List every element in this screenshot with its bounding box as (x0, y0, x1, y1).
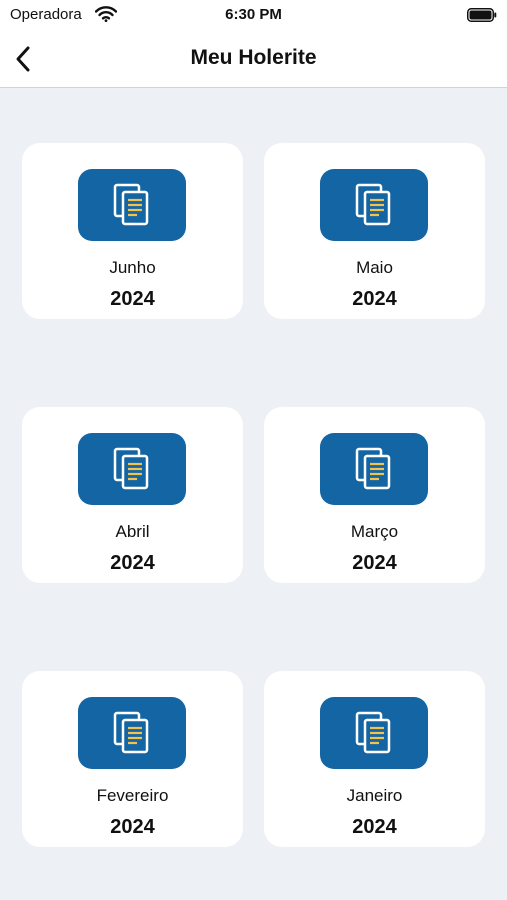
page-title: Meu Holerite (190, 46, 317, 69)
year-label: 2024 (352, 288, 397, 310)
month-label: Junho (109, 258, 156, 277)
payslip-card-junho[interactable]: Junho 2024 (22, 143, 243, 319)
payslip-card-maio[interactable]: Maio 2024 (264, 143, 485, 319)
month-label: Maio (356, 258, 393, 277)
navigation-bar: Meu Holerite (0, 30, 507, 88)
documents-icon (355, 711, 391, 754)
month-label: Abril (115, 522, 150, 541)
payslip-document-button[interactable] (320, 697, 428, 769)
payslip-document-button[interactable] (78, 433, 186, 505)
month-label: Janeiro (346, 786, 403, 805)
clock: 6:30 PM (225, 6, 282, 23)
payslip-document-button[interactable] (320, 169, 428, 241)
month-label: Março (350, 522, 399, 541)
status-bar: Operadora 6:30 PM (0, 0, 507, 30)
documents-icon (113, 711, 149, 754)
battery-icon (467, 8, 497, 22)
documents-icon (355, 447, 391, 490)
payslip-card-marco[interactable]: Março 2024 (264, 407, 485, 583)
year-label: 2024 (110, 816, 155, 838)
payslip-document-button[interactable] (320, 433, 428, 505)
documents-icon (113, 183, 149, 226)
year-label: 2024 (110, 552, 155, 574)
year-label: 2024 (352, 552, 397, 574)
month-label: Fevereiro (96, 786, 169, 805)
payslip-document-button[interactable] (78, 169, 186, 241)
payslip-grid: Junho 2024 Maio 2024 Abril 2024 Março 20… (0, 88, 507, 900)
year-label: 2024 (352, 816, 397, 838)
payslip-card-janeiro[interactable]: Janeiro 2024 (264, 671, 485, 847)
payslip-document-button[interactable] (78, 697, 186, 769)
documents-icon (355, 183, 391, 226)
payslip-card-abril[interactable]: Abril 2024 (22, 407, 243, 583)
payslip-card-fevereiro[interactable]: Fevereiro 2024 (22, 671, 243, 847)
year-label: 2024 (110, 288, 155, 310)
documents-icon (113, 447, 149, 490)
